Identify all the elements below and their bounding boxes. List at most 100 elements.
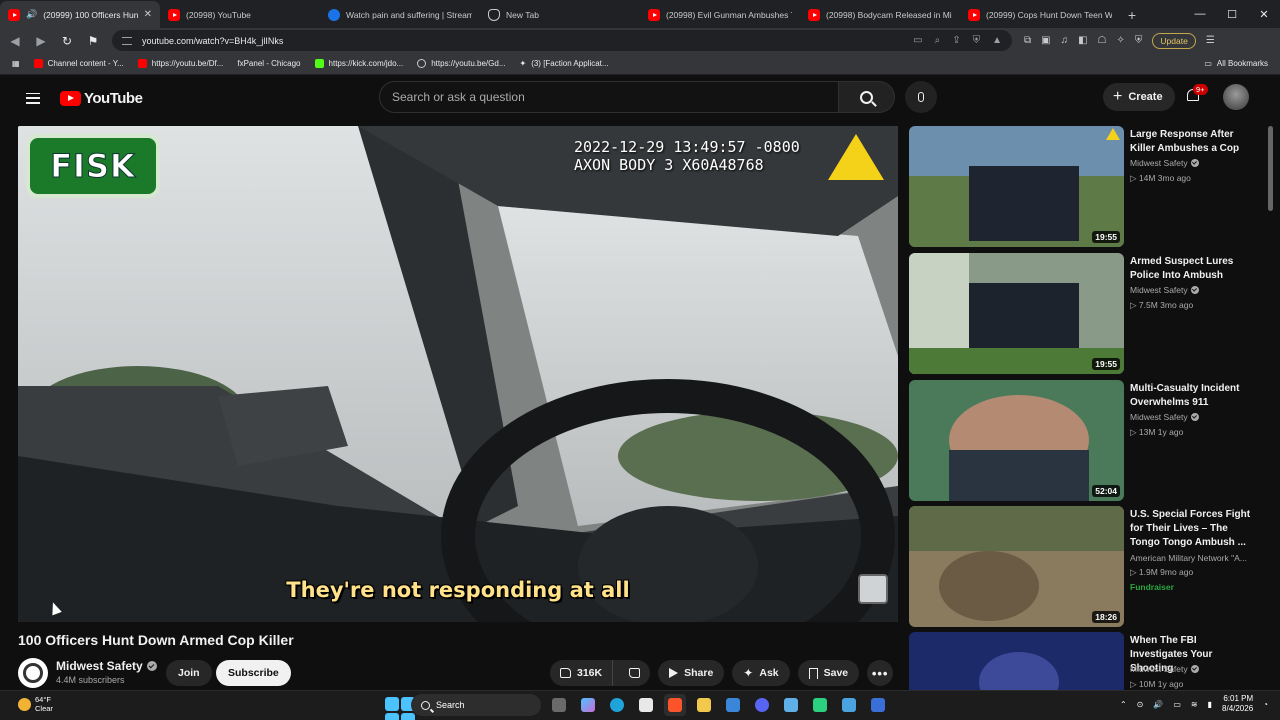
cast-icon[interactable]: ▭ (913, 35, 922, 46)
wallet-icon[interactable]: ▣ (1041, 35, 1050, 46)
recommended-channel[interactable]: Midwest Safety (1130, 285, 1199, 295)
vpn-icon[interactable]: ⛨ (1135, 35, 1143, 46)
update-button[interactable]: Update (1152, 32, 1196, 49)
forward-icon[interactable]: ▶ (34, 34, 48, 48)
start-button[interactable] (382, 694, 415, 720)
site-info-icon[interactable] (122, 36, 132, 45)
account-avatar[interactable] (1223, 84, 1249, 110)
browser-tab[interactable]: (20999) Cops Hunt Down Teen Wate (960, 1, 1120, 28)
video-thumbnail[interactable]: 18:26 (909, 506, 1124, 627)
menu-icon[interactable]: ☰ (1206, 35, 1215, 46)
battery-icon[interactable]: ▮ (1208, 700, 1212, 709)
file-explorer-icon[interactable] (693, 694, 715, 716)
taskbar-search[interactable]: Search (411, 694, 541, 716)
more-actions-button[interactable]: ••• (867, 660, 894, 686)
photos-icon[interactable] (838, 694, 860, 716)
leo-icon[interactable]: ✧ (1117, 35, 1125, 46)
url-text[interactable]: youtube.com/watch?v=BH4k_jlINks (142, 36, 283, 46)
notepad-icon[interactable] (780, 694, 802, 716)
voice-search-button[interactable] (905, 81, 937, 113)
video-thumbnail[interactable]: 19:55 (909, 126, 1124, 247)
recommended-title[interactable]: Multi-Casualty Incident Overwhelms 911 (1130, 382, 1255, 410)
channel-name[interactable]: Midwest Safety (56, 659, 157, 673)
discord-icon[interactable] (751, 694, 773, 716)
extensions-icon[interactable]: ⧉ (1024, 35, 1031, 46)
ask-button[interactable]: ✦ Ask (732, 660, 790, 686)
reload-icon[interactable]: ↻ (60, 34, 74, 48)
clock[interactable]: 6:01 PM 8/4/2026 (1222, 694, 1253, 714)
all-bookmarks[interactable]: ▭ All Bookmarks (1204, 59, 1268, 68)
bookmark-item[interactable]: https://kick.com/jdo... (314, 59, 403, 68)
task-view-icon[interactable] (548, 694, 570, 716)
recommended-channel[interactable]: Midwest Safety (1130, 412, 1199, 422)
channel-avatar[interactable] (18, 658, 48, 688)
bookmark-item[interactable]: fxPanel - Chicago (237, 59, 300, 68)
media-icon[interactable]: ♫ (1061, 35, 1069, 46)
like-button[interactable]: 316K (550, 660, 614, 686)
app-icon[interactable] (809, 694, 831, 716)
video-thumbnail[interactable]: 52:04 (909, 380, 1124, 501)
bookmark-page-icon[interactable]: ⚑ (86, 34, 100, 48)
sidebar-icon[interactable]: ◧ (1078, 35, 1087, 46)
recommended-title[interactable]: Large Response After Killer Ambushes a C… (1130, 128, 1255, 156)
browser-tab[interactable]: New Tab (480, 1, 640, 28)
subscribe-button[interactable]: Subscribe (216, 660, 291, 686)
dislike-button[interactable] (619, 660, 650, 686)
hamburger-menu-icon[interactable] (26, 92, 40, 104)
bookmarks-icon[interactable]: ☖ (1098, 35, 1107, 46)
bookmark-item[interactable]: ✦ (3) [Faction Applicat... (519, 59, 608, 68)
share-button[interactable]: Share (658, 660, 725, 686)
notification-icon[interactable]: ◔ (1263, 700, 1268, 709)
chevron-up-icon[interactable]: ⌃ (1120, 700, 1127, 709)
save-button[interactable]: Save (797, 660, 860, 686)
minimize-button[interactable]: — (1184, 0, 1216, 28)
browser-tab[interactable]: (20998) YouTube (160, 1, 320, 28)
zoom-icon[interactable]: ⌕ (935, 35, 941, 46)
recommended-channel[interactable]: Midwest Safety (1130, 664, 1199, 674)
search-button[interactable] (839, 81, 895, 113)
browser-tab[interactable]: (20998) Evil Gunman Ambushes Tho (640, 1, 800, 28)
new-tab-button[interactable]: + (1120, 1, 1144, 28)
bookmark-item[interactable]: Channel content - Y... (33, 59, 124, 68)
browser-tab[interactable]: 🔊 (20999) 100 Officers Hunt Do ✕ (0, 1, 160, 28)
share-page-icon[interactable]: ⇪ (952, 35, 960, 46)
speaker-icon[interactable]: 🔊 (26, 9, 37, 20)
app-icon[interactable] (867, 694, 889, 716)
join-button[interactable]: Join (166, 660, 212, 686)
close-tab-icon[interactable]: ✕ (144, 9, 152, 20)
brave-shield-icon[interactable]: ⛨ (973, 35, 981, 46)
apps-grid-icon[interactable]: ▦ (12, 59, 20, 68)
wifi-icon[interactable]: ≋ (1191, 700, 1198, 709)
mail-icon[interactable] (722, 694, 744, 716)
display-icon[interactable]: ▭ (1173, 700, 1181, 709)
store-icon[interactable] (635, 694, 657, 716)
copilot-icon[interactable] (577, 694, 599, 716)
video-thumbnail[interactable]: 19:55 (909, 253, 1124, 374)
brave-icon[interactable] (664, 694, 686, 716)
bookmark-item[interactable]: https://youtu.be/Gd... (417, 59, 505, 68)
recommended-video[interactable]: 52:04 Multi-Casualty Incident Overwhelms… (909, 380, 1259, 502)
browser-tab[interactable]: (20998) Bodycam Released in Minne (800, 1, 960, 28)
address-bar[interactable]: youtube.com/watch?v=BH4k_jlINks ▭ ⌕ ⇪ ⛨ … (112, 30, 1012, 51)
recommended-video[interactable]: 19:55 Large Response After Killer Ambush… (909, 126, 1259, 248)
bookmark-item[interactable]: https://youtu.be/Df... (137, 59, 223, 68)
create-button[interactable]: + Create (1103, 83, 1175, 111)
back-icon[interactable]: ◀ (8, 34, 22, 48)
edge-icon[interactable] (606, 694, 628, 716)
recommended-video[interactable]: 19:55 Armed Suspect Lures Police Into Am… (909, 253, 1259, 375)
recommended-channel[interactable]: Midwest Safety (1130, 158, 1199, 168)
volume-icon[interactable]: 🔊 (1153, 700, 1163, 709)
recommended-channel[interactable]: American Military Network "A... (1130, 553, 1247, 563)
browser-tab[interactable]: Watch pain and suffering | Streamab (320, 1, 480, 28)
recommended-title[interactable]: Armed Suspect Lures Police Into Ambush (1130, 255, 1255, 283)
maximize-button[interactable]: ☐ (1216, 0, 1248, 28)
close-window-button[interactable]: ✕ (1248, 0, 1280, 28)
location-icon[interactable]: ⊙ (1137, 700, 1144, 709)
search-input[interactable]: Search or ask a question (379, 81, 839, 113)
recommended-title[interactable]: U.S. Special Forces Fight for Their Live… (1130, 508, 1255, 550)
youtube-logo[interactable]: YouTube (60, 90, 143, 107)
video-player[interactable]: FISK 2022-12-29 13:49:57 -0800 AXON BODY… (18, 126, 898, 622)
scrollbar-thumb[interactable] (1268, 126, 1273, 211)
recommended-video[interactable]: 18:26 U.S. Special Forces Fight for Thei… (909, 506, 1259, 628)
weather-widget[interactable]: 64°F Clear (18, 695, 53, 713)
